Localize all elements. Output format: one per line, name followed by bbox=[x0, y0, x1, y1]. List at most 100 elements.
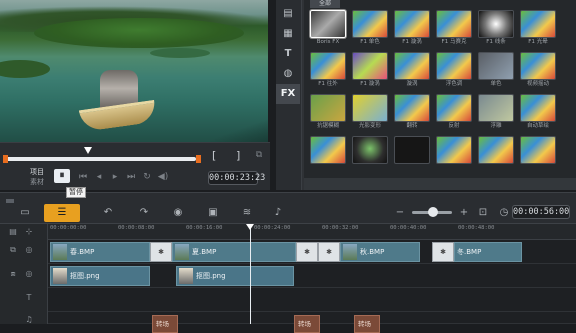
library-bottom-strip bbox=[304, 178, 576, 190]
title-icon[interactable]: T bbox=[276, 44, 300, 64]
library-item[interactable]: 反射 bbox=[436, 94, 472, 132]
title-track-icon[interactable]: T bbox=[22, 292, 36, 304]
trim-start-handle[interactable] bbox=[3, 155, 8, 163]
redo-icon[interactable]: ↷ bbox=[136, 204, 152, 222]
video-track[interactable]: 春.BMP ✱ 夏.BMP ✱ ✱ 秋.BMP ✱ 冬.BMP bbox=[48, 240, 576, 264]
playhead-line[interactable] bbox=[250, 224, 251, 324]
overlay-track-icon[interactable]: ⧈ bbox=[6, 268, 20, 280]
library-item[interactable]: F1 漩涡 bbox=[352, 52, 388, 90]
ruler-tick-label: 00:00:08:00 bbox=[118, 225, 155, 231]
library-item[interactable]: 自动草绘 bbox=[520, 94, 556, 132]
fx-track[interactable]: 转场 转场 转场 bbox=[48, 312, 576, 333]
undo-icon[interactable]: ↶ bbox=[100, 204, 116, 222]
ruler-tick-label: 00:00:24:00 bbox=[254, 225, 291, 231]
record-capture-icon[interactable]: ◉ bbox=[170, 204, 186, 222]
zoom-in-icon[interactable]: + bbox=[458, 204, 470, 222]
overlay-track[interactable]: 抠图.png 抠图.png bbox=[48, 264, 576, 288]
library-item[interactable]: 漩涡 bbox=[394, 52, 430, 90]
fx-clip[interactable]: 转场 bbox=[354, 315, 380, 333]
video-clip[interactable]: 夏.BMP bbox=[172, 242, 296, 262]
library-item[interactable]: Boris FX bbox=[310, 10, 346, 48]
video-clip[interactable]: 秋.BMP bbox=[340, 242, 420, 262]
overlay-clip[interactable]: 抠图.png bbox=[176, 266, 294, 286]
library-item[interactable]: 浮色调 bbox=[436, 52, 472, 90]
fit-project-icon[interactable]: ⊡ bbox=[476, 204, 490, 222]
library-item[interactable] bbox=[520, 136, 556, 174]
library-item[interactable]: F1 光晕 bbox=[520, 10, 556, 48]
library-item[interactable]: F1 往外 bbox=[310, 52, 346, 90]
track-manager-icon[interactable]: ▤ bbox=[6, 226, 20, 238]
storyboard-view-icon[interactable]: ▭ bbox=[14, 204, 36, 222]
library-item[interactable]: F1 线条 bbox=[478, 10, 514, 48]
timeline-ruler[interactable]: 00:00:00:00 00:00:08:00 00:00:16:00 00:0… bbox=[48, 224, 576, 240]
library-filter-chip[interactable]: 全部 bbox=[310, 0, 340, 8]
transition-icon[interactable]: ✱ bbox=[432, 242, 454, 262]
library-item[interactable] bbox=[478, 136, 514, 174]
video-clip[interactable]: 春.BMP bbox=[50, 242, 150, 262]
timeline-view-icon[interactable]: ☰ bbox=[44, 204, 80, 222]
library-item[interactable] bbox=[352, 136, 388, 174]
library-item[interactable]: 视频摇动 bbox=[520, 52, 556, 90]
mark-out-button[interactable]: ] bbox=[236, 149, 240, 162]
library-item[interactable]: F1 马赛克 bbox=[436, 10, 472, 48]
library-item[interactable]: 光影变形 bbox=[352, 94, 388, 132]
zoom-out-icon[interactable]: − bbox=[394, 204, 406, 222]
fx-icon[interactable]: FX bbox=[276, 84, 300, 104]
graphics-icon[interactable]: ◍ bbox=[276, 64, 300, 84]
mark-in-button[interactable]: [ bbox=[212, 149, 216, 162]
go-start-icon[interactable]: ⏮ bbox=[76, 171, 90, 183]
project-duration-timecode[interactable]: 00:00:56:00 bbox=[512, 205, 570, 219]
ruler-tick-label: 00:00:40:00 bbox=[390, 225, 427, 231]
copy-icon[interactable]: ⧉ bbox=[252, 149, 266, 161]
media-icon[interactable]: ▤ bbox=[276, 4, 300, 24]
smart-proxy-icon[interactable]: ▣ bbox=[204, 204, 222, 222]
audio-mixer-icon[interactable]: ≋ bbox=[238, 204, 256, 222]
prev-frame-icon[interactable]: ◂ bbox=[92, 171, 106, 183]
overlay-track-mute-icon[interactable]: ◎ bbox=[22, 268, 36, 280]
ruler-tick-label: 00:00:32:00 bbox=[322, 225, 359, 231]
chapter-point-icon[interactable]: ⊹ bbox=[22, 226, 36, 238]
auto-music-icon[interactable]: ♪ bbox=[270, 204, 286, 222]
pause-button[interactable]: ⏸ bbox=[54, 169, 70, 183]
ruler-tick-label: 00:00:48:00 bbox=[458, 225, 495, 231]
library-item[interactable]: 抗锯模糊 bbox=[310, 94, 346, 132]
go-end-icon[interactable]: ⏭ bbox=[124, 171, 138, 183]
scrubber-track[interactable] bbox=[6, 157, 196, 161]
voice-track-icon[interactable]: ♫ bbox=[22, 314, 36, 326]
library-item[interactable]: 翻转 bbox=[394, 94, 430, 132]
library-item[interactable]: F1 漩涡 bbox=[394, 10, 430, 48]
clip-thumbnail bbox=[53, 244, 67, 260]
scrubber-handle[interactable] bbox=[84, 147, 92, 154]
transition-icon[interactable]: ✱ bbox=[296, 242, 318, 262]
preview-window[interactable] bbox=[0, 0, 268, 142]
library-tabs: ▤ ▦ T ◍ FX bbox=[276, 0, 302, 190]
trim-end-handle[interactable] bbox=[196, 155, 201, 163]
library-item[interactable] bbox=[310, 136, 346, 174]
repeat-icon[interactable]: ↻ bbox=[140, 171, 154, 183]
preview-controls: [ ] ⧉ 项目 素材 ⏸ ⏮ ◂ ▸ ⏭ ↻ ◀) 00:00:23:23 暂… bbox=[0, 142, 270, 198]
video-track-mute-icon[interactable]: ◎ bbox=[22, 244, 36, 256]
transition-icon[interactable]: ✱ bbox=[318, 242, 340, 262]
instant-project-icon[interactable]: ▦ bbox=[276, 24, 300, 44]
zoom-slider-knob[interactable] bbox=[428, 207, 438, 217]
library-item[interactable] bbox=[436, 136, 472, 174]
fx-clip[interactable]: 转场 bbox=[294, 315, 320, 333]
library-item[interactable]: 单色 bbox=[478, 52, 514, 90]
project-mode-label[interactable]: 项目 bbox=[30, 167, 44, 177]
clip-mode-label[interactable]: 素材 bbox=[30, 177, 44, 187]
next-frame-icon[interactable]: ▸ bbox=[108, 171, 122, 183]
title-track[interactable] bbox=[48, 288, 576, 312]
clock-icon[interactable]: ◷ bbox=[498, 204, 510, 222]
video-track-icon[interactable]: ⧉ bbox=[6, 244, 20, 256]
volume-icon[interactable]: ◀) bbox=[156, 171, 170, 183]
transition-icon[interactable]: ✱ bbox=[150, 242, 172, 262]
library-item[interactable]: F1 单色 bbox=[352, 10, 388, 48]
library-item[interactable]: 浮雕 bbox=[478, 94, 514, 132]
overlay-clip[interactable]: 抠图.png bbox=[50, 266, 150, 286]
library-item[interactable] bbox=[394, 136, 430, 174]
fx-clip[interactable]: 转场 bbox=[152, 315, 178, 333]
preview-island bbox=[34, 18, 244, 48]
preview-timecode[interactable]: 00:00:23:23 bbox=[208, 171, 265, 185]
video-clip[interactable]: 冬.BMP bbox=[454, 242, 522, 262]
playhead-handle[interactable] bbox=[246, 224, 254, 230]
